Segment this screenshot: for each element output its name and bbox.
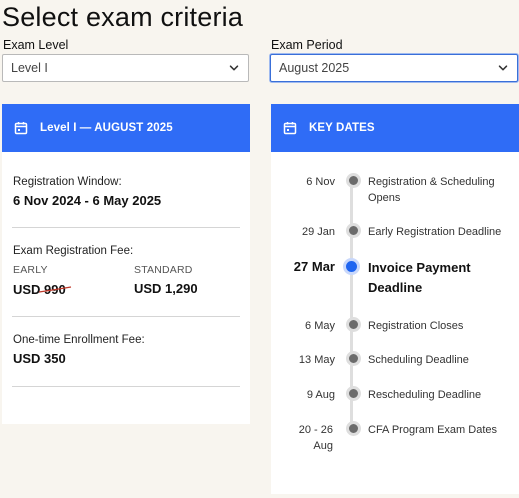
standard-fee-value: USD 1,290 bbox=[134, 281, 198, 296]
key-date: 9 Aug bbox=[306, 389, 335, 401]
standard-fee-label: STANDARD bbox=[134, 264, 193, 276]
calendar-icon bbox=[14, 122, 28, 135]
key-date: 29 Jan bbox=[301, 226, 335, 238]
timeline-dot-highlight bbox=[343, 258, 360, 275]
key-date-event: Rescheduling Deadline bbox=[368, 389, 482, 401]
page-title: Select exam criteria bbox=[2, 2, 244, 32]
divider bbox=[12, 227, 240, 228]
key-dates-card: KEY DATES 6 Nov Registration & Schedulin… bbox=[271, 104, 519, 494]
key-date-event: Early Registration Deadline bbox=[368, 226, 502, 238]
key-date-event: Registration & Scheduling Opens bbox=[368, 176, 495, 204]
key-date-event: Scheduling Deadline bbox=[368, 354, 469, 366]
divider bbox=[12, 316, 240, 317]
exam-level-value: Level I bbox=[11, 61, 48, 75]
key-date-highlight: 27 Mar bbox=[293, 259, 335, 274]
exam-level-label: Exam Level bbox=[3, 38, 69, 52]
summary-card: Level I — AUGUST 2025 Registration Windo… bbox=[2, 104, 250, 424]
summary-card-title: Level I — AUGUST 2025 bbox=[40, 122, 173, 134]
exam-period-select[interactable]: August 2025 bbox=[270, 54, 518, 82]
key-date: 13 May bbox=[298, 354, 335, 366]
key-date: 6 Nov bbox=[306, 176, 335, 188]
key-dates-title: KEY DATES bbox=[309, 122, 375, 134]
exam-period-value: August 2025 bbox=[279, 61, 350, 75]
divider bbox=[12, 386, 240, 387]
early-fee-block: USD 990 bbox=[13, 281, 72, 299]
key-date: 20 - 26 Aug bbox=[298, 424, 333, 452]
exam-level-select[interactable]: Level I bbox=[2, 54, 249, 82]
registration-window-value: 6 Nov 2024 - 6 May 2025 bbox=[13, 193, 162, 208]
exam-period-label: Exam Period bbox=[271, 38, 343, 52]
registration-window-label: Registration Window: bbox=[13, 176, 122, 188]
key-date-event: Registration Closes bbox=[368, 320, 464, 332]
enrollment-fee-label: One-time Enrollment Fee: bbox=[13, 334, 145, 346]
key-dates-header: KEY DATES bbox=[271, 104, 519, 152]
key-date-event-highlight: Invoice Payment Deadline bbox=[368, 260, 471, 295]
registration-fee-label: Exam Registration Fee: bbox=[13, 245, 134, 257]
timeline-dot bbox=[346, 386, 361, 401]
timeline-dot bbox=[346, 173, 361, 188]
early-fee-label: EARLY bbox=[13, 264, 48, 276]
timeline-dot bbox=[346, 223, 361, 238]
calendar-icon bbox=[283, 122, 297, 135]
timeline-dot bbox=[346, 317, 361, 332]
summary-card-header: Level I — AUGUST 2025 bbox=[2, 104, 250, 152]
key-date-event: CFA Program Exam Dates bbox=[368, 424, 497, 436]
timeline-dot bbox=[346, 351, 361, 366]
key-date: 6 May bbox=[305, 320, 335, 332]
chevron-down-icon bbox=[498, 65, 508, 71]
timeline-dot bbox=[346, 421, 361, 436]
chevron-down-icon bbox=[229, 65, 239, 71]
strike-through-mark bbox=[38, 286, 72, 293]
enrollment-fee-value: USD 350 bbox=[13, 351, 66, 366]
